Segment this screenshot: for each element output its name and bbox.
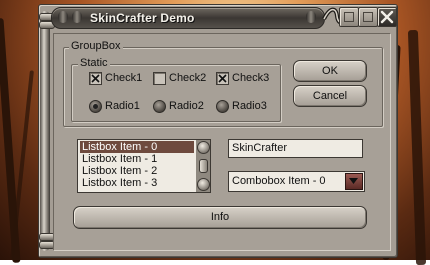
window-title: SkinCrafter Demo bbox=[90, 11, 195, 25]
list-item[interactable]: Listbox Item - 0 bbox=[80, 141, 194, 153]
check1-label[interactable]: Check1 bbox=[105, 72, 142, 84]
check2-label[interactable]: Check2 bbox=[169, 72, 206, 84]
minimize-button[interactable] bbox=[339, 7, 359, 27]
demo-window: SkinCrafter Demo GroupBox Static Check1 … bbox=[38, 4, 398, 258]
title-bar-cap bbox=[58, 11, 68, 23]
checkmark-icon bbox=[91, 74, 100, 83]
dropdown-arrow-icon bbox=[349, 178, 358, 184]
check2-checkbox[interactable] bbox=[153, 72, 166, 85]
listbox[interactable]: Listbox Item - 0 Listbox Item - 1 Listbo… bbox=[77, 139, 211, 193]
static-group-label: Static bbox=[78, 57, 110, 69]
radio1-label[interactable]: Radio1 bbox=[105, 100, 140, 112]
radio3-button[interactable] bbox=[216, 100, 229, 113]
list-item[interactable]: Listbox Item - 1 bbox=[80, 153, 194, 165]
info-button[interactable]: Info bbox=[73, 206, 367, 229]
combobox-value: Combobox Item - 0 bbox=[232, 175, 326, 187]
maximize-icon bbox=[363, 12, 373, 22]
ok-button[interactable]: OK bbox=[293, 60, 367, 82]
check1-checkbox[interactable] bbox=[89, 72, 102, 85]
combobox[interactable]: Combobox Item - 0 bbox=[228, 171, 365, 192]
title-bar-cap bbox=[72, 11, 82, 23]
scroll-up-icon[interactable] bbox=[197, 141, 210, 154]
list-item[interactable]: Listbox Item - 3 bbox=[80, 177, 194, 189]
close-button[interactable] bbox=[377, 7, 397, 27]
window-side-pipe bbox=[39, 11, 55, 251]
radio1-button[interactable] bbox=[89, 100, 102, 113]
title-bar-cap bbox=[306, 11, 316, 23]
radio2-button[interactable] bbox=[153, 100, 166, 113]
scroll-down-icon[interactable] bbox=[197, 178, 210, 191]
checkmark-icon bbox=[218, 74, 227, 83]
combobox-dropdown-button[interactable] bbox=[345, 173, 363, 190]
list-item[interactable]: Listbox Item - 2 bbox=[80, 165, 194, 177]
close-icon bbox=[380, 10, 394, 24]
scroll-thumb[interactable] bbox=[199, 159, 208, 173]
listbox-scrollbar[interactable] bbox=[196, 140, 210, 192]
check3-label[interactable]: Check3 bbox=[232, 72, 269, 84]
check3-checkbox[interactable] bbox=[216, 72, 229, 85]
minimize-icon bbox=[344, 12, 354, 22]
text-input[interactable]: SkinCrafter bbox=[228, 139, 363, 158]
title-bar[interactable]: SkinCrafter Demo bbox=[51, 7, 325, 29]
maximize-button[interactable] bbox=[358, 7, 378, 27]
cancel-button[interactable]: Cancel bbox=[293, 85, 367, 107]
radio3-label[interactable]: Radio3 bbox=[232, 100, 267, 112]
groupbox-label: GroupBox bbox=[69, 40, 123, 52]
radio2-label[interactable]: Radio2 bbox=[169, 100, 204, 112]
